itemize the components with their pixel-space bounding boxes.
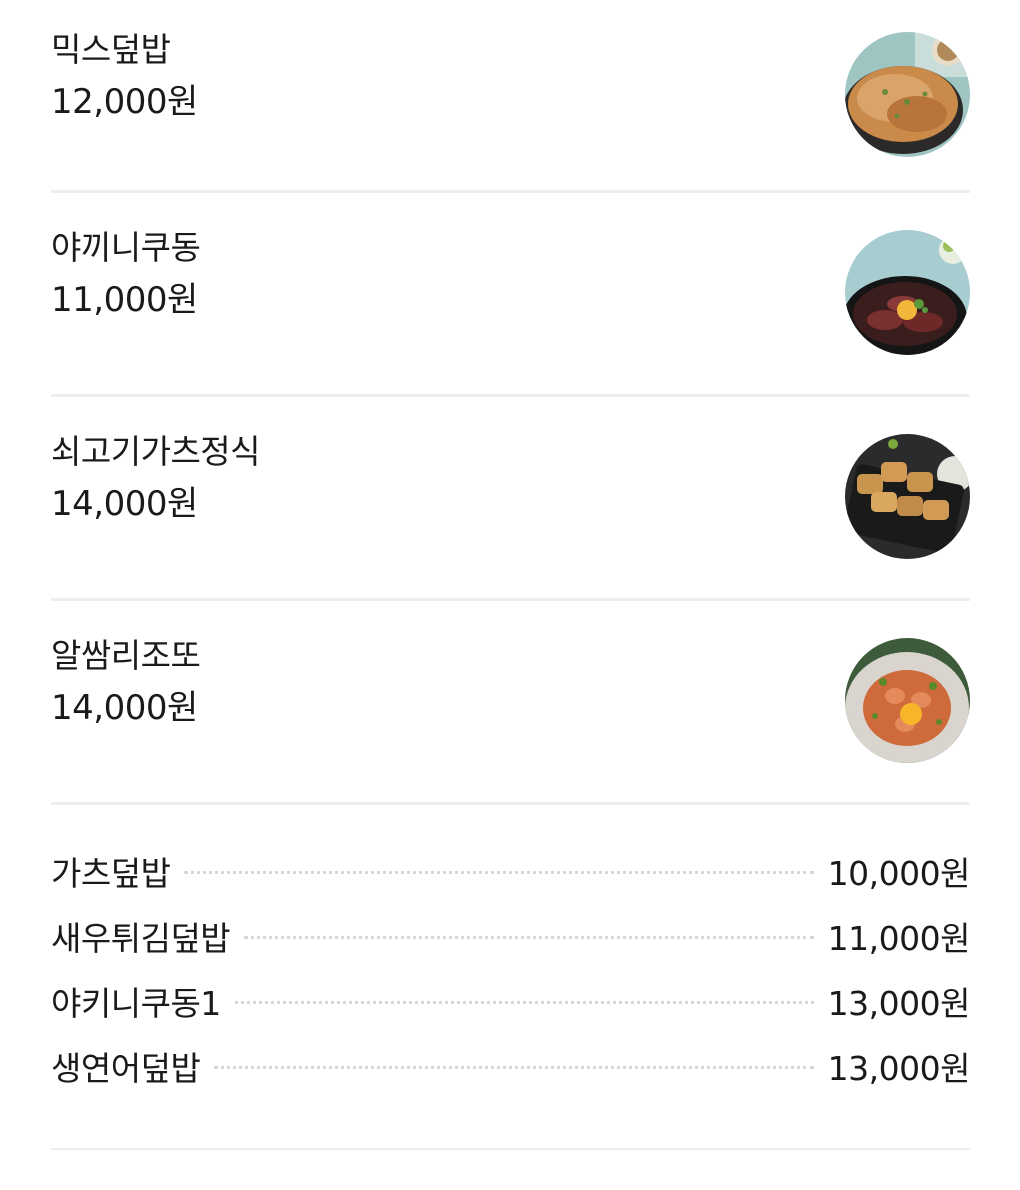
menu-item-name: 쇠고기가츠정식 (51, 432, 261, 471)
list-item-price: 13,000원 (827, 983, 971, 1023)
list-item[interactable]: 야키니쿠동1 13,000원 (51, 968, 971, 1033)
list-item-name: 생연어덮밥 (51, 1048, 201, 1088)
list-item-price: 10,000원 (827, 853, 971, 893)
menu-list: 믹스덮밥 12,000원 야끼니쿠동 11,000원 쇠고기가츠정식 14,00… (51, 0, 970, 805)
list-item[interactable]: 새우튀김덮밥 11,000원 (51, 903, 971, 968)
simple-menu-list: 가츠덮밥 10,000원 새우튀김덮밥 11,000원 야키니쿠동1 13,00… (51, 838, 971, 1098)
menu-item-roe-risotto[interactable]: 알쌈리조또 14,000원 (51, 601, 970, 805)
menu-item-name: 알쌈리조또 (51, 636, 201, 675)
list-item[interactable]: 가츠덮밥 10,000원 (51, 838, 971, 903)
menu-item-price: 14,000원 (51, 484, 198, 524)
list-item-price: 11,000원 (827, 918, 971, 958)
roe-risotto-photo-icon[interactable] (845, 638, 970, 763)
bottom-divider (51, 1148, 970, 1150)
list-item-name: 가츠덮밥 (51, 853, 171, 893)
dotted-leader (244, 936, 814, 939)
list-item-name: 야키니쿠동1 (51, 983, 221, 1023)
dotted-leader (214, 1066, 814, 1069)
list-item-name: 새우튀김덮밥 (51, 918, 231, 958)
yakiniku-don-photo-icon[interactable] (845, 230, 970, 355)
dotted-leader (234, 1001, 814, 1004)
menu-item-price: 12,000원 (51, 82, 198, 122)
list-item[interactable]: 생연어덮밥 13,000원 (51, 1033, 971, 1098)
menu-item-mix-don[interactable]: 믹스덮밥 12,000원 (51, 0, 970, 193)
menu-item-yakiniku-don[interactable]: 야끼니쿠동 11,000원 (51, 193, 970, 397)
menu-item-beef-katsu-set[interactable]: 쇠고기가츠정식 14,000원 (51, 397, 970, 601)
list-item-price: 13,000원 (827, 1048, 971, 1088)
menu-item-name: 야끼니쿠동 (51, 228, 201, 267)
beef-katsu-set-photo-icon[interactable] (845, 434, 970, 559)
menu-item-price: 11,000원 (51, 280, 198, 320)
dotted-leader (184, 871, 814, 874)
menu-item-price: 14,000원 (51, 688, 198, 728)
menu-item-name: 믹스덮밥 (51, 30, 171, 69)
mix-rice-bowl-photo-icon[interactable] (845, 32, 970, 157)
